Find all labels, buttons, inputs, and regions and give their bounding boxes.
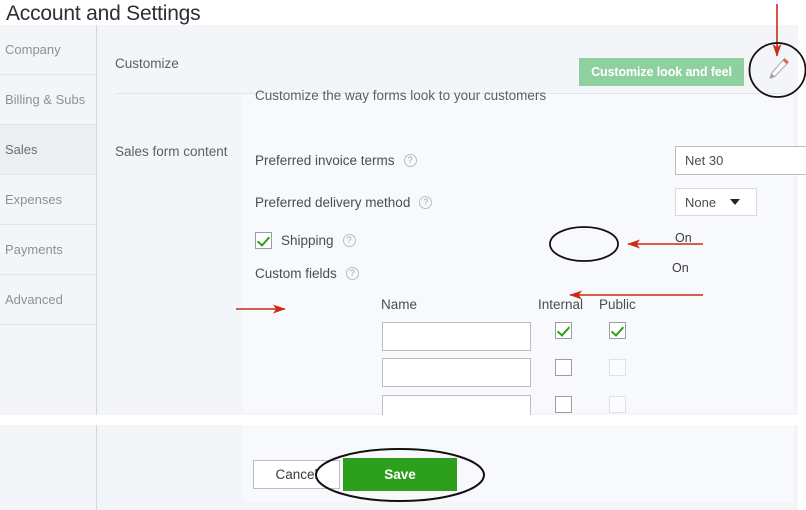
settings-content-panel: Customize Sales form content Customize t… (97, 25, 806, 424)
footer-sidebar-area (0, 425, 97, 510)
sidebar-item-label: Billing & Subs (5, 92, 86, 107)
question-mark-icon[interactable]: ? (403, 154, 417, 167)
sidebar-item-advanced[interactable]: Advanced (0, 275, 96, 325)
section-label-customize: Customize (115, 56, 179, 71)
custom-field-name-input-2[interactable] (382, 358, 531, 387)
dropdown-selected-value: Net 30 (685, 153, 724, 168)
sidebar-item-label: Company (5, 42, 61, 57)
custom-field-internal-checkbox-1[interactable] (555, 322, 572, 339)
sidebar-filler (0, 325, 96, 413)
save-button[interactable]: Save (343, 458, 457, 491)
shipping-toggle-status: On (675, 231, 692, 245)
question-mark-icon[interactable]: ? (345, 267, 359, 280)
custom-field-public-checkbox-1[interactable] (609, 322, 626, 339)
dropdown-selected-value: None (685, 194, 717, 210)
preferred-invoice-terms-label: Preferred invoice terms ? (255, 153, 417, 168)
sidebar-item-label: Sales (5, 142, 38, 157)
sidebar-item-billing-subs[interactable]: Billing & Subs (0, 75, 96, 125)
sidebar-item-label: Expenses (5, 192, 63, 207)
sidebar-item-payments[interactable]: Payments (0, 225, 96, 275)
section-label-sales-form-content: Sales form content (115, 144, 228, 159)
preferred-invoice-terms-dropdown[interactable]: Net 30 (675, 146, 806, 175)
question-mark-icon[interactable]: ? (342, 234, 356, 247)
chevron-down-icon[interactable] (730, 199, 741, 205)
preferred-delivery-method-dropdown[interactable]: None (675, 188, 757, 216)
sidebar-item-label: Payments (5, 242, 63, 257)
custom-field-name-input-1[interactable] (382, 322, 531, 351)
settings-sidebar: Company Billing & Subs Sales Expenses Pa… (0, 25, 97, 415)
footer-separator (0, 415, 806, 425)
field-label-text: Preferred invoice terms (255, 153, 395, 168)
shipping-row: Shipping ? (255, 232, 356, 249)
shipping-label: Shipping (281, 233, 334, 248)
shipping-checkbox[interactable] (255, 232, 272, 249)
custom-field-internal-checkbox-3[interactable] (555, 396, 572, 413)
field-label-text: Custom fields (255, 266, 337, 281)
custom-field-internal-checkbox-2[interactable] (555, 359, 572, 376)
column-header-name: Name (381, 297, 418, 312)
column-header-public: Public (599, 297, 636, 312)
sidebar-item-expenses[interactable]: Expenses (0, 175, 96, 225)
column-header-internal: Internal (538, 297, 584, 312)
cancel-button[interactable]: Cancel (253, 460, 340, 489)
field-label-text: Preferred delivery method (255, 195, 411, 210)
section-label-column (97, 25, 243, 415)
sidebar-item-label: Advanced (5, 292, 63, 307)
custom-field-public-checkbox-2 (609, 359, 626, 376)
customize-description: Customize the way forms look to your cus… (255, 88, 547, 103)
preferred-delivery-method-label: Preferred delivery method ? (255, 195, 433, 210)
custom-field-public-checkbox-3 (609, 396, 626, 413)
sidebar-item-sales[interactable]: Sales (0, 125, 96, 175)
custom-fields-toggle-status[interactable]: On (672, 261, 689, 275)
sidebar-item-company[interactable]: Company (0, 25, 96, 75)
page-title: Account and Settings (6, 2, 201, 25)
question-mark-icon[interactable]: ? (419, 196, 433, 209)
custom-fields-label: Custom fields ? (255, 266, 359, 281)
customize-look-and-feel-button[interactable]: Customize look and feel (579, 58, 744, 86)
